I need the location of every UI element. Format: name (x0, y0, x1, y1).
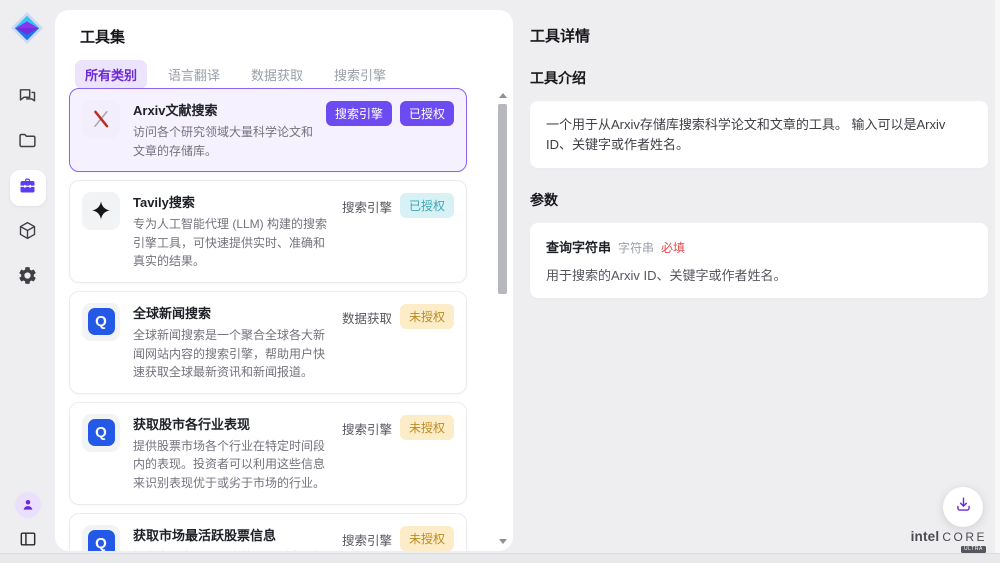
status-badge: 已授权 (400, 193, 454, 218)
param-description: 用于搜索的Arxiv ID、关键字或作者姓名。 (546, 265, 972, 284)
tab-all-categories[interactable]: 所有类别 (75, 60, 147, 89)
intro-heading: 工具介绍 (530, 68, 988, 88)
status-badge: 已授权 (400, 101, 454, 126)
window-scrollbar-track[interactable] (995, 0, 1000, 563)
tool-list: Arxiv文献搜索 访问各个研究领域大量科学论文和文章的存储库。 搜索引擎 已授… (69, 88, 467, 551)
window-bottom-edge (0, 553, 1000, 563)
toolbox-icon (17, 175, 38, 201)
folder-icon (17, 130, 38, 156)
list-scrollbar (497, 90, 509, 546)
scroll-down-arrow-icon[interactable] (497, 536, 509, 546)
status-badge: 未授权 (400, 415, 454, 440)
sidebar-item-toolbox[interactable] (10, 170, 46, 206)
tool-description: 专为人工智能代理 (LLM) 构建的搜索引擎工具，可快速提供实时、准确和真实的结… (133, 215, 332, 271)
sidebar-bottom (0, 492, 55, 551)
category-tabs: 所有类别 语言翻译 数据获取 搜索引擎 (75, 60, 513, 89)
parameter-box: 查询字符串 字符串 必填 用于搜索的Arxiv ID、关键字或作者姓名。 (530, 223, 988, 298)
download-icon (954, 495, 973, 519)
tool-description: 提供当天交易量最高的股票列表，投资者可以利用这些信息来识别流动性强的股票和潜在的… (133, 548, 332, 551)
tool-card-sector-performance[interactable]: Q 获取股市各行业表现 提供股票市场各个行业在特定时间段内的表现。投资者可以利用… (69, 402, 467, 505)
tool-name: 获取市场最活跃股票信息 (133, 525, 332, 544)
tool-card-arxiv[interactable]: Arxiv文献搜索 访问各个研究领域大量科学论文和文章的存储库。 搜索引擎 已授… (69, 88, 467, 172)
intro-box: 一个用于从Arxiv存储库搜索科学论文和文章的工具。 输入可以是Arxiv ID… (530, 101, 988, 168)
intel-ultra-badge: ULTRA (961, 546, 986, 553)
category-badge: 搜索引擎 (326, 101, 392, 126)
panel-toggle-icon[interactable] (16, 527, 40, 551)
category-label: 数据获取 (342, 304, 392, 331)
tool-name: Tavily搜索 (133, 192, 332, 211)
search-q-icon: Q (82, 414, 120, 452)
sidebar-item-chat[interactable] (10, 80, 46, 116)
gear-icon (17, 265, 38, 291)
tool-card-global-news[interactable]: Q 全球新闻搜索 全球新闻搜索是一个聚合全球各大新闻网站内容的搜索引擎，帮助用户… (69, 291, 467, 394)
chat-icon (17, 85, 38, 111)
tool-card-active-stocks[interactable]: Q 获取市场最活跃股票信息 提供当天交易量最高的股票列表，投资者可以利用这些信息… (69, 513, 467, 551)
tab-search-engine[interactable]: 搜索引擎 (324, 60, 396, 89)
sidebar-nav (0, 80, 55, 296)
cube-icon (17, 220, 38, 246)
tool-detail-panel: 工具详情 工具介绍 一个用于从Arxiv存储库搜索科学论文和文章的工具。 输入可… (530, 0, 988, 298)
sidebar-item-folder[interactable] (10, 125, 46, 161)
intro-text: 一个用于从Arxiv存储库搜索科学论文和文章的工具。 输入可以是Arxiv ID… (546, 115, 972, 154)
tool-name: 获取股市各行业表现 (133, 414, 332, 433)
params-heading: 参数 (530, 190, 988, 210)
status-badge: 未授权 (400, 526, 454, 551)
toolset-title: 工具集 (80, 26, 513, 47)
search-q-icon: Q (82, 303, 120, 341)
sidebar-item-models[interactable] (10, 215, 46, 251)
tool-description: 全球新闻搜索是一个聚合全球各大新闻网站内容的搜索引擎，帮助用户快速获取全球最新资… (133, 326, 332, 382)
detail-title: 工具详情 (530, 25, 988, 46)
tool-card-tavily[interactable]: Tavily搜索 专为人工智能代理 (LLM) 构建的搜索引擎工具，可快速提供实… (69, 180, 467, 283)
category-label: 搜索引擎 (342, 415, 392, 442)
param-type: 字符串 (618, 239, 654, 256)
search-q-icon: Q (82, 525, 120, 551)
param-required-label: 必填 (661, 239, 685, 256)
intel-core-logo: intel CORE ULTRA (911, 529, 987, 544)
tool-description: 提供股票市场各个行业在特定时间段内的表现。投资者可以利用这些信息来识别表现优于或… (133, 437, 332, 493)
tavily-star-icon (82, 192, 120, 230)
arxiv-x-icon (82, 100, 120, 138)
sidebar-item-settings[interactable] (10, 260, 46, 296)
scroll-up-arrow-icon[interactable] (497, 90, 509, 100)
status-badge: 未授权 (400, 304, 454, 329)
sidebar (0, 0, 55, 563)
tool-description: 访问各个研究领域大量科学论文和文章的存储库。 (133, 123, 316, 160)
user-avatar-icon[interactable] (15, 492, 41, 518)
download-button[interactable] (943, 487, 983, 527)
category-label: 搜索引擎 (342, 526, 392, 551)
app-window: 工具集 所有类别 语言翻译 数据获取 搜索引擎 Arxiv文献搜索 访问各个研究… (0, 0, 1000, 563)
tab-translation[interactable]: 语言翻译 (158, 60, 230, 89)
scrollbar-thumb[interactable] (498, 104, 507, 294)
toolset-panel: 工具集 所有类别 语言翻译 数据获取 搜索引擎 Arxiv文献搜索 访问各个研究… (55, 10, 513, 551)
category-label: 搜索引擎 (342, 193, 392, 220)
param-name: 查询字符串 (546, 237, 611, 256)
tab-data-fetch[interactable]: 数据获取 (241, 60, 313, 89)
tool-name: 全球新闻搜索 (133, 303, 332, 322)
app-logo-diamond-icon (10, 11, 44, 45)
tool-name: Arxiv文献搜索 (133, 100, 316, 119)
